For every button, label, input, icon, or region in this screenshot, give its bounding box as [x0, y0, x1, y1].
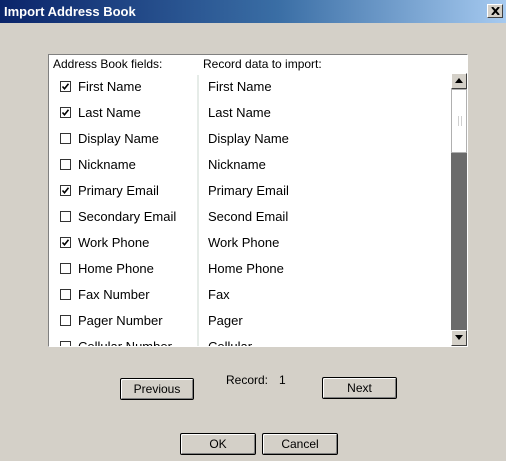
- field-label: First Name: [78, 79, 142, 94]
- field-label: Secondary Email: [78, 209, 177, 224]
- field-checkbox[interactable]: [60, 211, 71, 222]
- record-value: Nickname: [208, 157, 266, 172]
- field-label: Fax Number: [78, 287, 150, 302]
- scroll-track[interactable]: [451, 89, 467, 330]
- list-item: Display Name Display Name: [49, 125, 449, 151]
- list-item: Last Name Last Name: [49, 99, 449, 125]
- record-value: Cellular: [208, 339, 253, 347]
- list-item: Work Phone Work Phone: [49, 229, 449, 255]
- field-checkbox[interactable]: [60, 263, 71, 274]
- field-rows: First Name First Name Last Name Last Name Di…: [49, 73, 449, 347]
- checkmark-icon: [61, 83, 70, 91]
- vertical-scrollbar[interactable]: [451, 73, 467, 346]
- field-checkbox[interactable]: [60, 315, 71, 326]
- checkmark-icon: [61, 239, 70, 247]
- scroll-down-button[interactable]: [451, 330, 467, 346]
- previous-button[interactable]: Previous: [120, 378, 194, 400]
- scroll-up-button[interactable]: [451, 73, 467, 89]
- arrow-down-icon: [455, 335, 463, 340]
- window-title: Import Address Book: [4, 4, 136, 19]
- field-mapping-list: Address Book fields: Record data to impo…: [48, 54, 468, 347]
- field-label: Primary Email: [78, 183, 159, 198]
- list-item: First Name First Name: [49, 73, 449, 99]
- field-checkbox[interactable]: [60, 107, 71, 118]
- list-item: Home Phone Home Phone: [49, 255, 449, 281]
- field-label: Home Phone: [78, 261, 154, 276]
- record-value: Work Phone: [208, 235, 280, 250]
- close-button[interactable]: [487, 4, 503, 18]
- list-item: Fax Number Fax: [49, 281, 449, 307]
- close-icon: [491, 7, 500, 15]
- arrow-up-icon: [455, 78, 463, 83]
- list-item: Nickname Nickname: [49, 151, 449, 177]
- record-value: Display Name: [208, 131, 289, 146]
- record-column-header: Record data to import:: [203, 57, 322, 71]
- record-value: Last Name: [208, 105, 271, 120]
- record-value: Fax: [208, 287, 230, 302]
- field-label: Pager Number: [78, 313, 163, 328]
- list-item: Cellular Number Cellular: [49, 333, 449, 347]
- list-item: Secondary Email Second Email: [49, 203, 449, 229]
- field-checkbox[interactable]: [60, 237, 71, 248]
- scroll-thumb[interactable]: [451, 89, 467, 153]
- field-label: Work Phone: [78, 235, 150, 250]
- list-item: Pager Number Pager: [49, 307, 449, 333]
- field-label: Display Name: [78, 131, 159, 146]
- fields-column-header: Address Book fields:: [53, 57, 163, 71]
- field-checkbox[interactable]: [60, 185, 71, 196]
- field-checkbox[interactable]: [60, 159, 71, 170]
- record-value: Pager: [208, 313, 243, 328]
- record-label: Record:: [226, 373, 269, 387]
- field-label: Cellular Number: [78, 339, 172, 347]
- field-label: Nickname: [78, 157, 136, 172]
- field-checkbox[interactable]: [60, 289, 71, 300]
- record-value: Home Phone: [208, 261, 284, 276]
- list-item: Primary Email Primary Email: [49, 177, 449, 203]
- field-checkbox[interactable]: [60, 341, 71, 346]
- checkmark-icon: [61, 187, 70, 195]
- record-number: 1: [279, 373, 286, 387]
- record-value: Second Email: [208, 209, 289, 224]
- ok-button[interactable]: OK: [180, 433, 256, 455]
- field-label: Last Name: [78, 105, 141, 120]
- field-checkbox[interactable]: [60, 81, 71, 92]
- next-button[interactable]: Next: [322, 377, 397, 399]
- field-checkbox[interactable]: [60, 133, 71, 144]
- title-bar: Import Address Book: [0, 0, 506, 23]
- checkmark-icon: [61, 109, 70, 117]
- record-value: Primary Email: [208, 183, 289, 198]
- record-value: First Name: [208, 79, 272, 94]
- cancel-button[interactable]: Cancel: [262, 433, 338, 455]
